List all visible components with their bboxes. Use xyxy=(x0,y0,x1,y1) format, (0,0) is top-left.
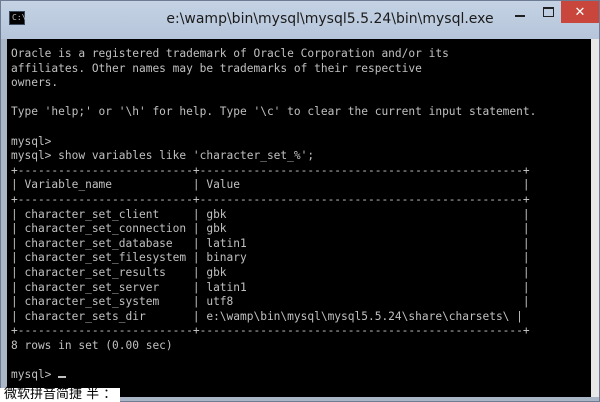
console-line: mysql> xyxy=(11,134,52,148)
console-line: | character_sets_dir | e:\wamp\bin\mysql… xyxy=(11,309,523,323)
vertical-scrollbar[interactable] xyxy=(591,39,599,397)
console-line: +--------------------------+------------… xyxy=(11,192,530,206)
maximize-icon xyxy=(542,7,554,17)
text-cursor xyxy=(58,376,67,379)
console-line: 8 rows in set (0.00 sec) xyxy=(11,338,173,352)
minimize-icon xyxy=(515,15,525,17)
console-line: | character_set_system | utf8 | xyxy=(11,295,530,309)
console-text: Oracle is a registered trademark of Orac… xyxy=(7,39,591,383)
mysql-prompt: mysql> xyxy=(11,368,59,382)
console-line: mysql> show variables like 'character_se… xyxy=(11,149,315,163)
console-line: owners. xyxy=(11,76,59,90)
console-line: Oracle is a registered trademark of Orac… xyxy=(11,47,449,60)
console-line: | character_set_connection | gbk | xyxy=(11,222,530,236)
console-window: C:\ e:\wamp\bin\mysql\mysql5.5.24\bin\my… xyxy=(0,0,600,402)
console-line: +--------------------------+------------… xyxy=(11,163,530,177)
maximize-button[interactable] xyxy=(535,1,561,23)
console-line: +--------------------------+------------… xyxy=(11,324,530,338)
console-line: | Variable_name | Value | xyxy=(11,178,530,192)
console-line: | character_set_server | latin1 | xyxy=(11,280,530,294)
ime-status-bar[interactable]: 微软拼音简捷 半 ： xyxy=(0,388,121,402)
console-line: | character_set_client | gbk | xyxy=(11,207,530,221)
console-line: | character_set_filesystem | binary | xyxy=(11,251,530,265)
close-button[interactable]: ✕ xyxy=(561,1,599,23)
minimize-button[interactable] xyxy=(507,1,533,23)
console-output[interactable]: Oracle is a registered trademark of Orac… xyxy=(7,39,591,397)
console-line: affiliates. Other names may be trademark… xyxy=(11,61,422,75)
console-line: Type 'help;' or '\h' for help. Type '\c'… xyxy=(11,105,537,119)
console-line: | character_set_results | gbk | xyxy=(11,265,530,279)
console-line: | character_set_database | latin1 | xyxy=(11,236,530,250)
close-icon: ✕ xyxy=(574,4,586,20)
